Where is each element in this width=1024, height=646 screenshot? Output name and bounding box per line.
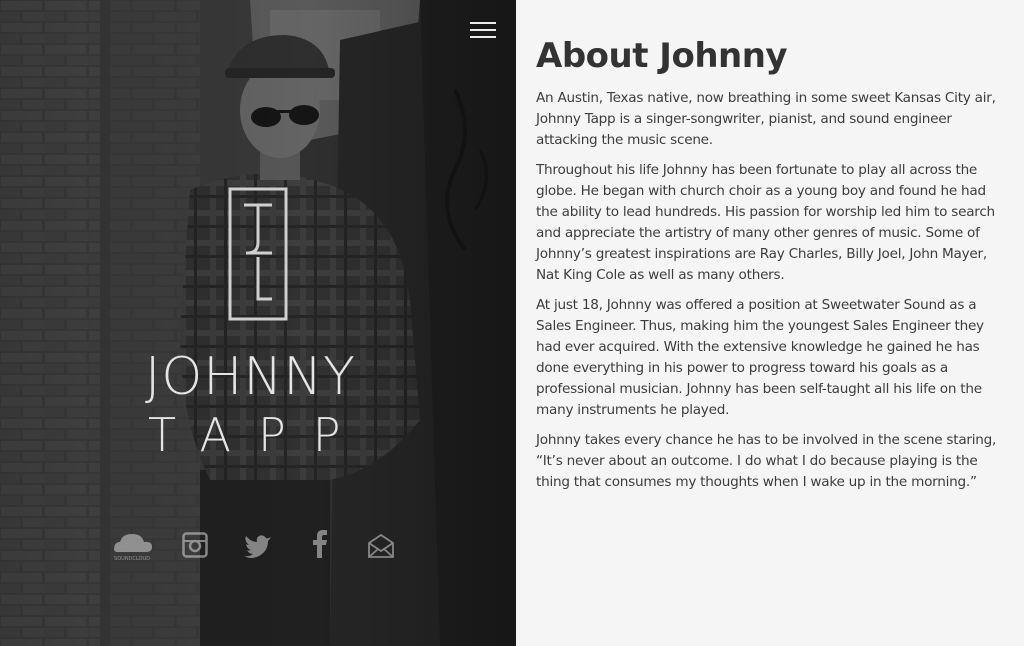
- social-links: SOUNDCLOUD: [106, 530, 406, 562]
- menu-line: [470, 36, 496, 38]
- email-icon[interactable]: [368, 534, 394, 558]
- soundcloud-label: SOUNDCLOUD: [114, 556, 150, 562]
- soundcloud-icon[interactable]: SOUNDCLOUD: [106, 530, 158, 562]
- facebook-icon[interactable]: [312, 530, 328, 558]
- hero-first-name: JOHNNY: [145, 347, 356, 407]
- page: JOHNNY TAPP SOUNDCLOUD About Johnny An A…: [0, 0, 1024, 646]
- about-paragraph: Throughout his life Johnny has been fort…: [536, 162, 995, 283]
- twitter-icon[interactable]: [244, 534, 272, 558]
- about-paragraph: At just 18, Johnny was offered a positio…: [536, 297, 984, 418]
- menu-line: [470, 29, 496, 31]
- about-paragraph: Johnny takes every chance he has to be i…: [536, 432, 997, 490]
- instagram-icon[interactable]: [182, 532, 208, 558]
- about-section: About Johnny An Austin, Texas native, no…: [516, 0, 1024, 646]
- hero-last-name: TAPP: [148, 408, 368, 462]
- jtl-monogram-icon: [228, 187, 288, 321]
- hero-panel: JOHNNY TAPP SOUNDCLOUD: [0, 0, 516, 646]
- menu-line: [470, 22, 496, 24]
- about-paragraph: An Austin, Texas native, now breathing i…: [536, 90, 996, 148]
- hamburger-menu-icon[interactable]: [470, 22, 496, 44]
- about-title: About Johnny: [536, 36, 788, 76]
